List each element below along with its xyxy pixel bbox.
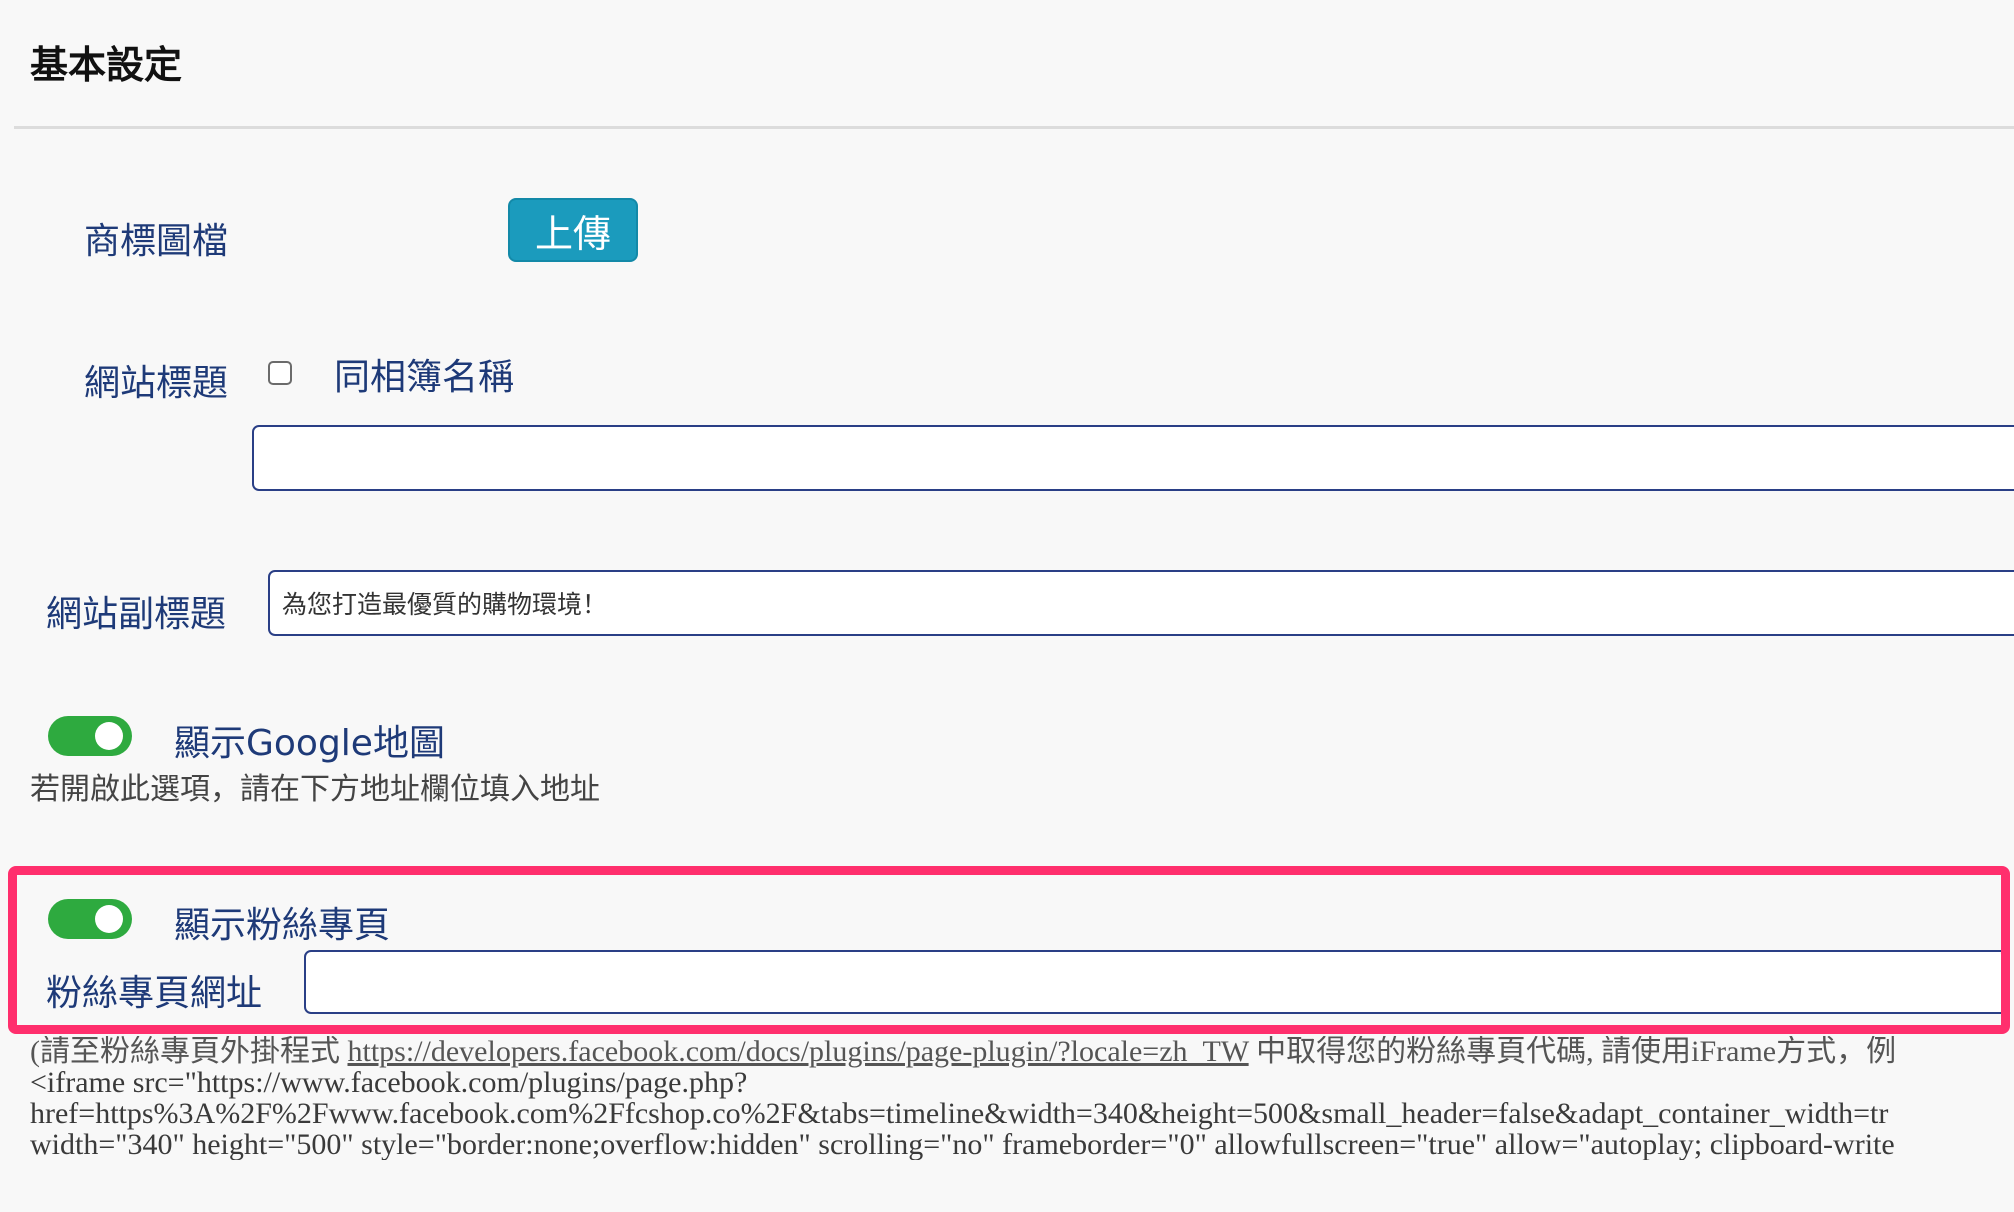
fan-page-toggle[interactable] (48, 899, 132, 939)
fan-page-url-input[interactable] (304, 950, 2010, 1014)
fan-page-label: 顯示粉絲專頁 (174, 905, 391, 946)
section-title: 基本設定 (30, 43, 183, 87)
upload-button[interactable]: 上傳 (508, 198, 638, 262)
site-subtitle-input[interactable]: 為您打造最優質的購物環境！ (268, 570, 2014, 636)
section-divider (14, 126, 2014, 129)
logo-label: 商標圖檔 (84, 221, 229, 262)
instructions-line-1: (請至粉絲專頁外掛程式 https://developers.facebook.… (30, 1036, 2014, 1067)
same-as-album-checkbox[interactable] (268, 361, 292, 385)
google-map-helper: 若開啟此選項，請在下方地址欄位填入地址 (30, 772, 600, 807)
instructions-line-4: width="340" height="500" style="border:n… (30, 1128, 1895, 1160)
same-as-album-label[interactable]: 同相簿名稱 (334, 348, 514, 400)
site-title-input[interactable] (252, 425, 2014, 491)
google-map-toggle[interactable] (48, 716, 132, 756)
instructions-prefix: (請至粉絲專頁外掛程式 (30, 1036, 348, 1068)
page-plugin-link[interactable]: https://developers.facebook.com/docs/plu… (348, 1036, 1249, 1068)
instructions-line-2: <iframe src="https://www.facebook.com/pl… (30, 1066, 748, 1099)
google-map-label: 顯示Google地圖 (174, 723, 445, 764)
instructions-line-3: href=https%3A%2F%2Fwww.facebook.com%2Ffc… (30, 1097, 1889, 1130)
fan-page-instructions: (請至粉絲專頁外掛程式 https://developers.facebook.… (30, 1036, 2014, 1160)
site-subtitle-label: 網站副標題 (46, 594, 227, 635)
toggle-knob (95, 722, 123, 750)
fan-page-url-label: 粉絲專頁網址 (46, 973, 263, 1014)
instructions-suffix: 中取得您的粉絲專頁代碼, 請使用iFrame方式，例 (1248, 1036, 1897, 1068)
site-title-label: 網站標題 (84, 363, 229, 404)
toggle-knob (95, 905, 123, 933)
